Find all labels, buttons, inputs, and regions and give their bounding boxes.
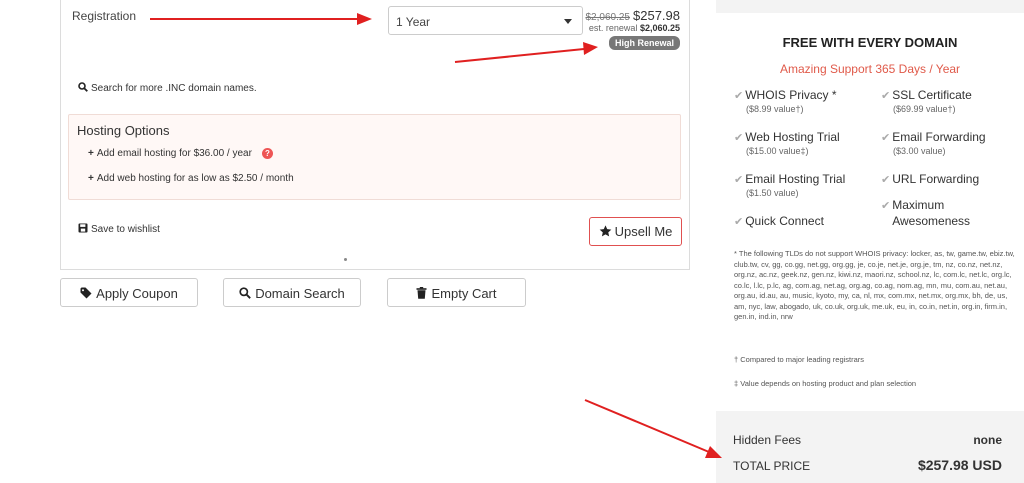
search-icon	[239, 287, 252, 299]
feature-value: ($69.99 value†)	[893, 104, 956, 114]
apply-coupon-button[interactable]: Apply Coupon	[60, 278, 198, 307]
free-panel-subtitle: Amazing Support 365 Days / Year	[779, 62, 961, 76]
free-with-domain-panel: FREE WITH EVERY DOMAIN Amazing Support 3…	[716, 13, 1024, 411]
compared-note: † Compared to major leading registrars	[734, 355, 865, 364]
chevron-down-icon	[564, 19, 572, 24]
feature-url-forwarding: ✔ URL Forwarding	[881, 172, 979, 186]
current-price: $257.98	[633, 8, 680, 23]
feature-name: URL Forwarding	[892, 172, 980, 186]
upsell-me-button[interactable]: Upsell Me	[589, 217, 682, 246]
trash-icon	[416, 287, 427, 299]
free-panel-title: FREE WITH EVERY DOMAIN	[782, 35, 958, 50]
tag-icon	[80, 287, 92, 299]
feature-name: Web Hosting Trial	[745, 130, 840, 144]
feature-value: ($8.99 value†)	[746, 104, 804, 114]
feature-email-forwarding: ✔ Email Forwarding ($3.00 value)	[881, 130, 986, 156]
whois-privacy-note: * The following TLDs do not support WHOI…	[734, 249, 1015, 321]
save-to-wishlist-link[interactable]: Save to wishlist	[78, 223, 160, 235]
feature-value: ($15.00 value‡)	[746, 146, 809, 156]
feature-name: Maximum Awesomeness	[892, 198, 971, 228]
feature-name: Email Forwarding	[892, 130, 986, 144]
save-icon	[78, 223, 88, 233]
plus-icon: +	[88, 148, 94, 159]
feature-ssl-certificate: ✔ SSL Certificate ($69.99 value†)	[881, 88, 972, 114]
hosting-options-box: Hosting Options + Add email hosting for $…	[68, 114, 681, 200]
hidden-fees-label: Hidden Fees	[733, 433, 802, 447]
high-renewal-badge: High Renewal	[608, 36, 680, 50]
total-price-value: $257.98 USD	[917, 457, 1002, 473]
value-note: ‡ Value depends on hosting product and p…	[734, 379, 917, 388]
feature-name: Email Hosting Trial	[745, 172, 846, 186]
add-web-hosting-label: Add web hosting for as low as $2.50 / mo…	[96, 173, 294, 184]
search-icon	[78, 82, 88, 92]
check-icon: ✔	[734, 90, 744, 102]
feature-value: ($1.50 value)	[746, 188, 799, 198]
feature-value: ($3.00 value)	[893, 146, 946, 156]
feature-maximum-awesomeness: ✔ Maximum Awesomeness	[881, 197, 1011, 229]
total-price-label: TOTAL PRICE	[733, 459, 811, 473]
check-icon: ✔	[734, 174, 744, 186]
check-icon: ✔	[881, 200, 891, 212]
search-more-label: Search for more .INC domain names.	[91, 83, 257, 94]
total-price-row: TOTAL PRICE $257.98 USD	[733, 457, 1002, 473]
renewal-prefix: est. renewal	[588, 23, 638, 33]
add-email-hosting-label: Add email hosting for $36.00 / year	[96, 148, 252, 159]
check-icon: ✔	[734, 216, 744, 228]
hosting-options-title: Hosting Options	[77, 123, 170, 138]
add-email-hosting-link[interactable]: + Add email hosting for $36.00 / year?	[88, 148, 273, 159]
check-icon: ✔	[881, 132, 891, 144]
apply-coupon-label: Apply Coupon	[96, 286, 178, 301]
feature-web-hosting-trial: ✔ Web Hosting Trial ($15.00 value‡)	[734, 130, 840, 156]
add-web-hosting-link[interactable]: + Add web hosting for as low as $2.50 / m…	[88, 173, 294, 184]
cart-item-card: Registration 1 Year $2,060.25 $257.98 est…	[60, 0, 690, 270]
carousel-dot	[344, 258, 347, 261]
star-icon	[599, 225, 611, 237]
price-summary-panel: Hidden Fees none TOTAL PRICE $257.98 USD	[716, 411, 1024, 483]
check-icon: ✔	[734, 132, 744, 144]
wishlist-label: Save to wishlist	[91, 224, 160, 235]
check-icon: ✔	[881, 90, 891, 102]
feature-quick-connect: ✔ Quick Connect	[734, 214, 824, 228]
upsell-label: Upsell Me	[614, 224, 673, 239]
check-icon: ✔	[881, 174, 891, 186]
hidden-fees-row: Hidden Fees none	[733, 433, 1002, 447]
domain-search-button[interactable]: Domain Search	[223, 278, 361, 307]
empty-cart-label: Empty Cart	[431, 286, 497, 301]
plus-icon: +	[88, 173, 94, 184]
empty-cart-button[interactable]: Empty Cart	[387, 278, 526, 307]
feature-name: WHOIS Privacy *	[745, 88, 837, 102]
help-icon[interactable]: ?	[261, 148, 273, 159]
period-select-value: 1 Year	[396, 15, 431, 29]
search-more-link[interactable]: Search for more .INC domain names.	[78, 82, 257, 94]
feature-email-hosting-trial: ✔ Email Hosting Trial ($1.50 value)	[734, 172, 845, 198]
hidden-fees-value: none	[973, 433, 1002, 447]
feature-whois-privacy: ✔ WHOIS Privacy * ($8.99 value†)	[734, 88, 837, 114]
registration-label: Registration	[72, 9, 137, 23]
feature-name: SSL Certificate	[892, 88, 972, 102]
original-price: $2,060.25	[585, 12, 631, 23]
feature-name: Quick Connect	[745, 214, 824, 228]
registration-period-select[interactable]: 1 Year	[388, 6, 583, 35]
domain-search-label: Domain Search	[255, 286, 345, 301]
renewal-line: est. renewal $2,060.25	[586, 23, 680, 33]
annotation-arrow-total	[584, 399, 722, 458]
price-block: $2,060.25 $257.98 est. renewal $2,060.25 …	[585, 8, 680, 50]
sidebar-top-panel	[716, 0, 1024, 13]
renewal-price: $2,060.25	[639, 23, 680, 33]
